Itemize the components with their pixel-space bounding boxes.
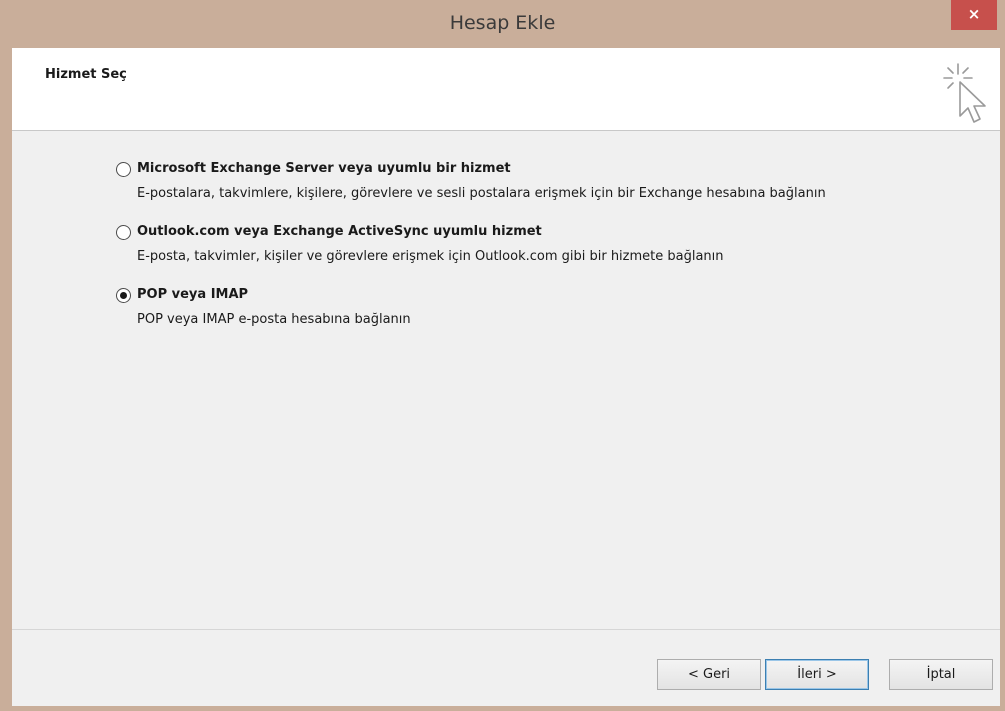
next-button[interactable]: İleri >	[765, 659, 869, 690]
option-label[interactable]: Microsoft Exchange Server veya uyumlu bi…	[137, 161, 511, 176]
option-description: E-posta, takvimler, kişiler ve görevlere…	[137, 249, 724, 264]
radio-outlook-com[interactable]	[116, 225, 131, 240]
option-label[interactable]: POP veya IMAP	[137, 287, 248, 302]
add-account-dialog: Hesap Ekle × Hizmet Seç Microsoft Exchan…	[0, 0, 1005, 711]
close-icon: ×	[967, 5, 981, 23]
window-title: Hesap Ekle	[449, 12, 556, 34]
radio-exchange-server[interactable]	[116, 162, 131, 177]
option-label[interactable]: Outlook.com veya Exchange ActiveSync uyu…	[137, 224, 542, 239]
radio-pop-imap[interactable]	[116, 288, 131, 303]
wizard-cursor-icon	[943, 63, 986, 123]
close-button[interactable]: ×	[951, 0, 997, 30]
service-selection-panel: Microsoft Exchange Server veya uyumlu bi…	[12, 131, 1000, 630]
option-description: E-postalara, takvimlere, kişilere, görev…	[137, 186, 826, 201]
page-title: Hizmet Seç	[45, 67, 127, 82]
cancel-button[interactable]: İptal	[889, 659, 993, 690]
title-bar[interactable]: Hesap Ekle ×	[0, 0, 1005, 48]
back-button[interactable]: < Geri	[657, 659, 761, 690]
option-description: POP veya IMAP e-posta hesabına bağlanın	[137, 312, 411, 327]
wizard-header: Hizmet Seç	[12, 48, 1000, 131]
button-bar: < Geri İleri > İptal	[12, 630, 1000, 706]
